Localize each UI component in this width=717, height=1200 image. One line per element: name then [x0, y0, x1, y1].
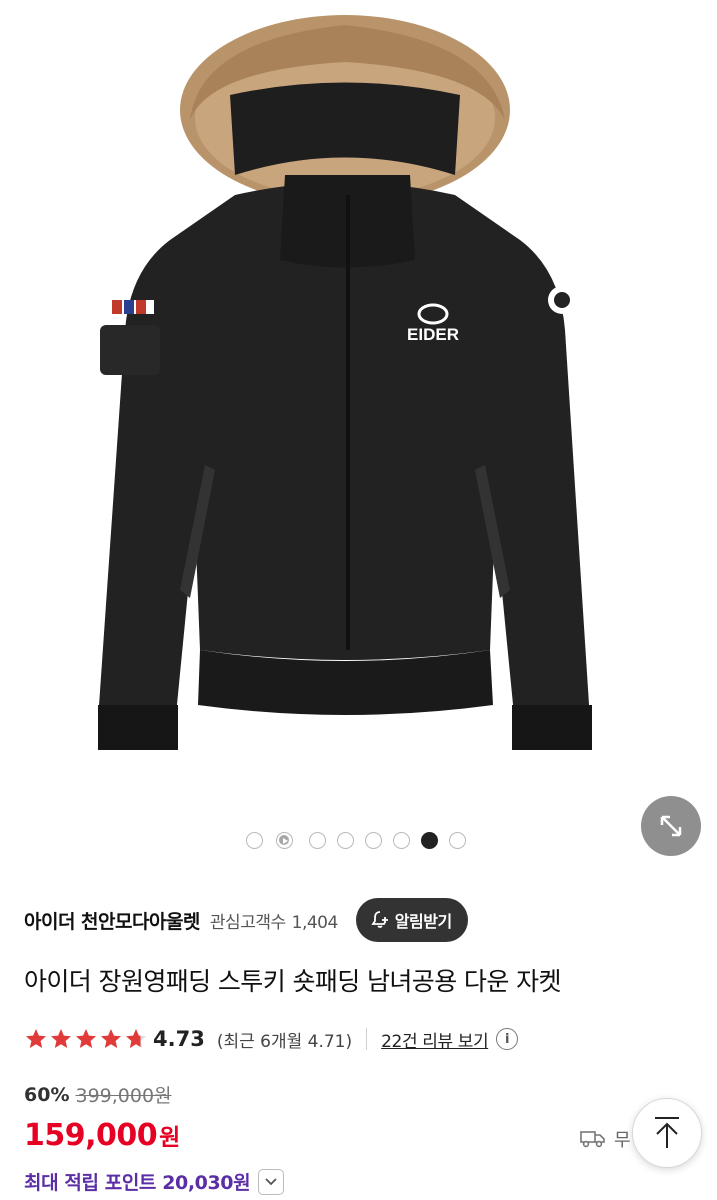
scroll-top-button[interactable] — [632, 1098, 702, 1168]
star-icon — [51, 1029, 71, 1048]
recent-rating: (최근 6개월 4.71) — [216, 1031, 353, 1052]
subscribe-alarm-button[interactable]: 알림받기 — [355, 898, 468, 942]
gallery-dot[interactable] — [393, 832, 410, 849]
followers-count: 관심고객수 1,404 — [210, 908, 338, 933]
points-expand-button[interactable] — [258, 1168, 285, 1195]
gallery-dot[interactable] — [309, 832, 326, 849]
brand-logo-text: EIDER — [407, 325, 459, 344]
gallery-indicator — [0, 830, 717, 852]
star-rating — [24, 1027, 148, 1051]
max-points: 최대 적립 포인트 20,030원 — [24, 1172, 251, 1194]
review-link[interactable]: 22건 리뷰 보기 — [381, 1027, 488, 1052]
rating-value: 4.73 — [153, 1027, 205, 1051]
followers-label: 관심고객수 — [209, 912, 286, 933]
arrow-up-icon — [655, 1117, 679, 1148]
info-icon[interactable]: i — [496, 1028, 519, 1050]
rating-row: 4.73 (최근 6개월 4.71) 22건 리뷰 보기 i — [24, 1024, 519, 1054]
star-icon — [26, 1029, 46, 1048]
gallery-dot-active[interactable] — [421, 832, 438, 849]
shipping-info: 무 — [580, 1126, 631, 1152]
gallery-dot[interactable] — [246, 832, 263, 849]
discount-row: 60% 399,000원 — [24, 1081, 172, 1108]
product-title: 아이더 장원영패딩 스투키 숏패딩 남녀공용 다운 자켓 — [24, 967, 561, 996]
store-info: 아이더 천안모다아울렛 관심고객수 1,404 알림받기 — [24, 898, 704, 942]
gallery-dot[interactable] — [449, 832, 466, 849]
truck-icon — [580, 1131, 605, 1148]
store-name-link[interactable]: 아이더 천안모다아울렛 — [24, 907, 200, 934]
star-icon — [76, 1029, 96, 1048]
product-image[interactable]: EIDER — [0, 0, 717, 800]
price-value: 159,000 — [24, 1118, 158, 1153]
gallery-dot[interactable] — [365, 832, 382, 849]
star-half-icon — [126, 1029, 146, 1048]
alarm-label: 알림받기 — [394, 912, 452, 931]
shipping-label: 무 — [614, 1130, 631, 1151]
followers-value: 1,404 — [291, 912, 339, 933]
jacket-illustration: EIDER — [98, 15, 592, 750]
sale-price: 159,000 원 — [24, 1118, 180, 1153]
divider — [366, 1028, 368, 1050]
discount-rate: 60% — [24, 1083, 70, 1106]
chevron-down-icon — [265, 1177, 277, 1185]
star-icon — [101, 1029, 121, 1048]
price-currency: 원 — [159, 1125, 181, 1151]
points-row[interactable]: 최대 적립 포인트 20,030원 — [24, 1168, 285, 1195]
gallery-dot[interactable] — [337, 832, 354, 849]
original-price: 399,000원 — [75, 1085, 172, 1107]
bell-plus-icon — [371, 911, 388, 928]
gallery-dot-video[interactable] — [276, 832, 293, 849]
